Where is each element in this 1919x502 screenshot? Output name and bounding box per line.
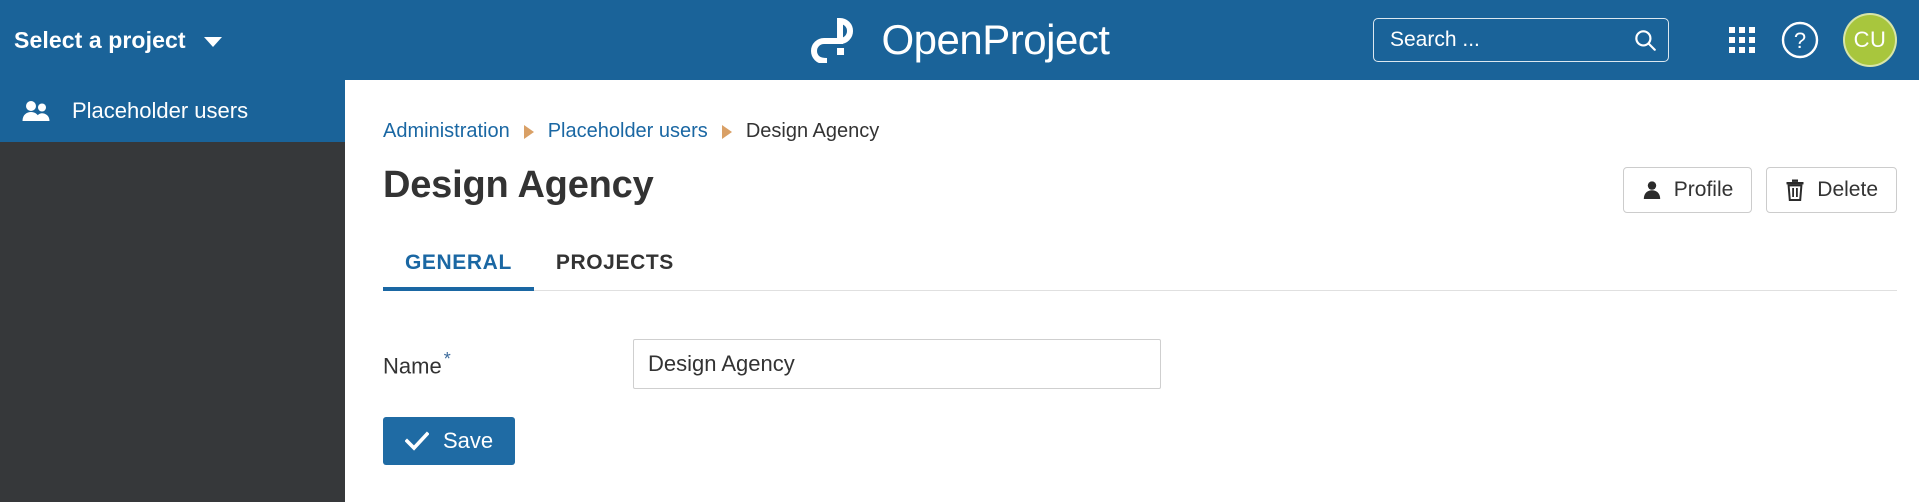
tab-general[interactable]: GENERAL [383, 251, 534, 291]
header-right-actions: ? CU [1373, 0, 1919, 80]
search-submit-button[interactable] [1632, 27, 1658, 53]
openproject-logo[interactable]: OpenProject [810, 17, 1110, 63]
profile-button-label: Profile [1673, 178, 1734, 201]
project-select-label: Select a project [14, 26, 186, 53]
form-row-name: Name * [383, 339, 1897, 389]
save-button-label: Save [443, 428, 494, 453]
tab-general-label: GENERAL [405, 251, 512, 274]
sidebar-item-label: Placeholder users [72, 98, 249, 123]
check-icon [405, 431, 429, 451]
breadcrumb-item-administration[interactable]: Administration [383, 120, 510, 143]
delete-button-label: Delete [1817, 178, 1878, 201]
tab-bar: GENERAL PROJECTS [383, 251, 1897, 291]
chevron-down-icon [203, 36, 222, 47]
tab-projects-label: PROJECTS [555, 251, 674, 274]
breadcrumb: Administration Placeholder users Design … [383, 80, 1897, 143]
users-group-icon [22, 101, 50, 121]
search-box[interactable] [1373, 18, 1703, 62]
general-form: Name* Save [383, 291, 1897, 465]
openproject-application: Select a project OpenProject Search ... … [0, 0, 1919, 502]
main-content: Administration Placeholder users Design … [345, 80, 1919, 502]
breadcrumb-item-placeholder-users[interactable]: Placeholder users [548, 120, 708, 143]
openproject-logo-text: OpenProject [881, 16, 1110, 63]
sidebar-empty-area [0, 142, 345, 502]
avatar-initials: CU [1853, 27, 1887, 52]
required-marker: * [443, 348, 451, 369]
page-title-row: Design Agency Profile Delete [383, 164, 1897, 213]
sidebar-item-placeholder-users[interactable]: Placeholder users [0, 80, 345, 142]
breadcrumb-arrow-icon [721, 124, 732, 139]
save-button[interactable]: Save [383, 417, 516, 465]
breadcrumb-arrow-icon [523, 124, 534, 139]
help-button[interactable]: ? [1771, 11, 1829, 69]
trash-icon [1786, 179, 1804, 201]
grid-modules-icon [1729, 27, 1755, 53]
body-container: Placeholder users Administration Placeho… [0, 80, 1919, 502]
help-circle-icon: ? [1781, 21, 1819, 59]
profile-button[interactable]: Profile [1622, 167, 1753, 213]
tab-projects[interactable]: PROJECTS [534, 251, 696, 291]
project-select-dropdown[interactable]: Select a project [0, 0, 222, 80]
page-actions: Profile Delete [1622, 165, 1897, 213]
page-title: Design Agency [383, 164, 654, 206]
svg-text:?: ? [1794, 28, 1806, 53]
person-icon [1643, 181, 1660, 199]
name-label-text: Name [383, 353, 442, 379]
modules-grid-button[interactable] [1713, 11, 1771, 69]
top-header: Select a project OpenProject Search ... … [0, 0, 1919, 80]
user-avatar[interactable]: CU [1843, 13, 1897, 67]
breadcrumb-item-current: Design Agency [745, 120, 880, 142]
name-field-label: Name * [383, 349, 633, 379]
openproject-logo-icon [810, 17, 853, 63]
delete-button[interactable]: Delete [1766, 167, 1897, 213]
sidebar: Placeholder users [0, 80, 345, 502]
name-input[interactable] [633, 339, 1161, 389]
search-icon [1635, 30, 1656, 51]
